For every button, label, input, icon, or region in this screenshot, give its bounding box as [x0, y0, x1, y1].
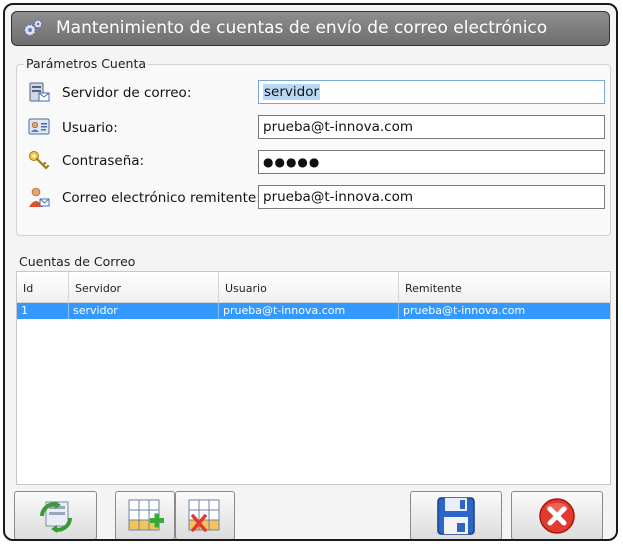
server-label: Servidor de correo:	[62, 85, 192, 101]
sender-icon	[29, 187, 50, 207]
accounts-grid: Id Servidor Usuario Remitente 1 servidor…	[16, 271, 611, 485]
title-bar: Mantenimiento de cuentas de envío de cor…	[11, 11, 610, 46]
close-icon	[539, 497, 575, 534]
cell-remitente: prueba@t-innova.com	[403, 304, 526, 317]
user-label: Usuario:	[62, 120, 118, 136]
delete-row-icon	[188, 499, 220, 532]
key-icon	[29, 151, 50, 170]
gears-icon	[23, 19, 43, 37]
add-row-button[interactable]	[115, 491, 175, 539]
main-window: Mantenimiento de cuentas de envío de cor…	[3, 3, 618, 541]
column-header-servidor[interactable]: Servidor	[69, 272, 219, 302]
server-icon	[29, 82, 50, 102]
password-value: ●●●●●	[263, 155, 321, 169]
accounts-group-title: Cuentas de Correo	[19, 254, 136, 269]
refresh-icon	[39, 500, 72, 533]
server-value: servidor	[263, 84, 321, 100]
column-header-remitente[interactable]: Remitente	[399, 272, 610, 302]
window-title: Mantenimiento de cuentas de envío de cor…	[56, 18, 548, 38]
server-field[interactable]: servidor	[258, 80, 605, 104]
user-field[interactable]: prueba@t-innova.com	[258, 115, 605, 139]
table-row[interactable]: 1 servidor prueba@t-innova.com prueba@t-…	[17, 303, 610, 319]
delete-row-button[interactable]	[175, 491, 235, 539]
grid-header: Id Servidor Usuario Remitente	[17, 272, 610, 303]
refresh-button[interactable]	[14, 491, 97, 539]
save-button[interactable]	[410, 491, 502, 539]
user-card-icon	[28, 118, 50, 135]
close-button[interactable]	[511, 491, 603, 539]
cell-servidor: servidor	[69, 303, 219, 319]
cell-id: 1	[17, 303, 69, 319]
column-header-id[interactable]: Id	[17, 272, 69, 302]
password-field[interactable]: ●●●●●	[258, 150, 605, 174]
password-label: Contraseña:	[62, 153, 145, 169]
sender-label: Correo electrónico remitente:	[62, 190, 261, 206]
save-icon	[437, 496, 475, 535]
column-header-usuario[interactable]: Usuario	[219, 272, 399, 302]
add-row-icon	[128, 499, 164, 530]
cell-usuario: prueba@t-innova.com	[219, 303, 399, 319]
sender-field[interactable]: prueba@t-innova.com	[258, 185, 605, 209]
params-group-title: Parámetros Cuenta	[24, 56, 149, 71]
